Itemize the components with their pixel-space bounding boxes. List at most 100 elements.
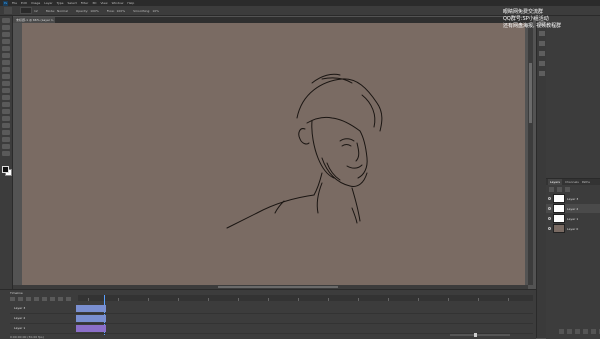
split-icon[interactable] <box>58 297 63 301</box>
menu-window[interactable]: Window <box>112 1 124 5</box>
canvas[interactable] <box>22 23 525 285</box>
prev-frame-icon[interactable] <box>18 297 23 301</box>
eye-icon[interactable] <box>548 217 551 220</box>
layer-thumbnail <box>553 214 565 223</box>
dodge-tool-icon[interactable] <box>2 109 10 114</box>
pen-tool-icon[interactable] <box>2 116 10 121</box>
eye-icon[interactable] <box>548 207 551 210</box>
vertical-scroll-thumb[interactable] <box>529 63 532 123</box>
watermark-line-2: QQ群号:SP小组活动 <box>503 16 549 22</box>
flow-field[interactable]: Flow: 100% <box>107 9 125 13</box>
layer-row[interactable]: Layer 2 <box>546 204 600 213</box>
menu-3d[interactable]: 3D <box>92 1 96 5</box>
horizontal-scroll-thumb[interactable] <box>218 286 338 288</box>
track-clip[interactable] <box>76 325 106 332</box>
track-clip[interactable] <box>76 305 106 312</box>
clone-stamp-tool-icon[interactable] <box>2 74 10 79</box>
layer-name: Layer 1 <box>567 216 579 221</box>
menu-view[interactable]: View <box>100 1 107 5</box>
hand-tool-icon[interactable] <box>2 144 10 149</box>
smoothing-field[interactable]: Smoothing: 10% <box>133 9 159 13</box>
shape-tool-icon[interactable] <box>2 137 10 142</box>
healing-tool-icon[interactable] <box>2 60 10 65</box>
first-frame-icon[interactable] <box>10 297 15 301</box>
timeline-track[interactable]: Layer 2 <box>10 314 533 324</box>
layer-actions-row <box>556 329 600 335</box>
blur-tool-icon[interactable] <box>2 102 10 107</box>
group-icon[interactable] <box>591 329 596 334</box>
track-name: Layer 2 <box>14 316 26 320</box>
menu-edit[interactable]: Edit <box>21 1 27 5</box>
menu-select[interactable]: Select <box>68 1 77 5</box>
menu-help[interactable]: Help <box>127 1 134 5</box>
eye-icon[interactable] <box>548 197 551 200</box>
vertical-scrollbar[interactable] <box>528 23 533 285</box>
brush-tool-icon[interactable] <box>2 67 10 72</box>
opacity-field[interactable]: Opacity: 100% <box>76 9 99 13</box>
watermark-line-3: 还有网盘海报, 视频教程群 <box>503 23 562 29</box>
blend-mode-select[interactable] <box>557 187 562 192</box>
gradient-tool-icon[interactable] <box>2 95 10 100</box>
track-clip[interactable] <box>76 315 106 322</box>
timeline-ruler[interactable] <box>78 295 533 301</box>
brush-panel-icon[interactable] <box>539 41 545 46</box>
brush-tool-icon[interactable] <box>4 7 12 14</box>
type-tool-icon[interactable] <box>2 123 10 128</box>
menu-filter[interactable]: Filter <box>81 1 88 5</box>
lasso-tool-icon[interactable] <box>2 32 10 37</box>
layer-row[interactable]: Layer 0 <box>546 224 600 233</box>
next-frame-icon[interactable] <box>34 297 39 301</box>
properties-panel-icon[interactable] <box>539 31 545 36</box>
fx-icon[interactable] <box>567 329 572 334</box>
marquee-tool-icon[interactable] <box>2 25 10 30</box>
layer-row[interactable]: Layer 3 <box>546 194 600 203</box>
layer-thumbnail <box>553 204 565 213</box>
eye-icon[interactable] <box>548 227 551 230</box>
tab-paths[interactable]: Paths <box>582 179 590 185</box>
path-select-tool-icon[interactable] <box>2 130 10 135</box>
layer-name: Layer 0 <box>567 226 579 231</box>
eraser-tool-icon[interactable] <box>2 88 10 93</box>
timeline-zoom-slider[interactable] <box>450 333 510 337</box>
zoom-slider-knob[interactable] <box>474 333 477 337</box>
audio-icon[interactable] <box>42 297 47 301</box>
adjustments-panel-icon[interactable] <box>539 71 545 76</box>
tab-channels[interactable]: Channels <box>565 179 579 185</box>
timeline-track[interactable]: Layer 1 <box>10 324 533 334</box>
track-name: Layer 1 <box>14 326 26 330</box>
photoshop-logo: Ps <box>3 0 8 6</box>
quick-select-tool-icon[interactable] <box>2 39 10 44</box>
tab-layers[interactable]: Layers <box>548 179 562 185</box>
brush-size[interactable]: 12 <box>20 7 38 14</box>
layer-row[interactable]: Layer 1 <box>546 214 600 223</box>
timeline-track[interactable]: Layer 3 <box>10 304 533 314</box>
layers-panel-tabs: Layers Channels Paths <box>546 179 600 185</box>
play-icon[interactable] <box>26 297 31 301</box>
layer-thumbnail <box>553 194 565 203</box>
menu-file[interactable]: File <box>12 1 17 5</box>
zoom-tool-icon[interactable] <box>2 151 10 156</box>
watermark-overlay: 眼睛网免费交流群 QQ群号:SP小组活动 还有网盘海报, 视频教程群 <box>503 9 563 30</box>
mode-select[interactable]: Mode: Normal <box>46 9 68 13</box>
link-layers-icon[interactable] <box>559 329 564 334</box>
menu-layer[interactable]: Layer <box>44 1 52 5</box>
timecode: 0:00:00:00 <box>10 335 27 339</box>
fps-label: (30.00 fps) <box>27 335 44 339</box>
paragraph-panel-icon[interactable] <box>539 61 545 66</box>
opacity-select[interactable] <box>565 187 570 192</box>
character-panel-icon[interactable] <box>539 51 545 56</box>
crop-tool-icon[interactable] <box>2 46 10 51</box>
settings-icon[interactable] <box>50 297 55 301</box>
layer-list: Layer 3 Layer 2 Layer 1 Layer 0 <box>546 194 600 233</box>
filter-kind-icon[interactable] <box>549 187 554 192</box>
move-tool-icon[interactable] <box>2 18 10 23</box>
menu-image[interactable]: Image <box>31 1 40 5</box>
timeline-tracks: Layer 3 Layer 2 Layer 1 <box>10 304 533 334</box>
adjustment-layer-icon[interactable] <box>583 329 588 334</box>
transition-icon[interactable] <box>66 297 71 301</box>
foreground-color-swatch[interactable] <box>2 166 9 173</box>
mask-icon[interactable] <box>575 329 580 334</box>
eyedropper-tool-icon[interactable] <box>2 53 10 58</box>
history-brush-tool-icon[interactable] <box>2 81 10 86</box>
menu-type[interactable]: Type <box>57 1 64 5</box>
